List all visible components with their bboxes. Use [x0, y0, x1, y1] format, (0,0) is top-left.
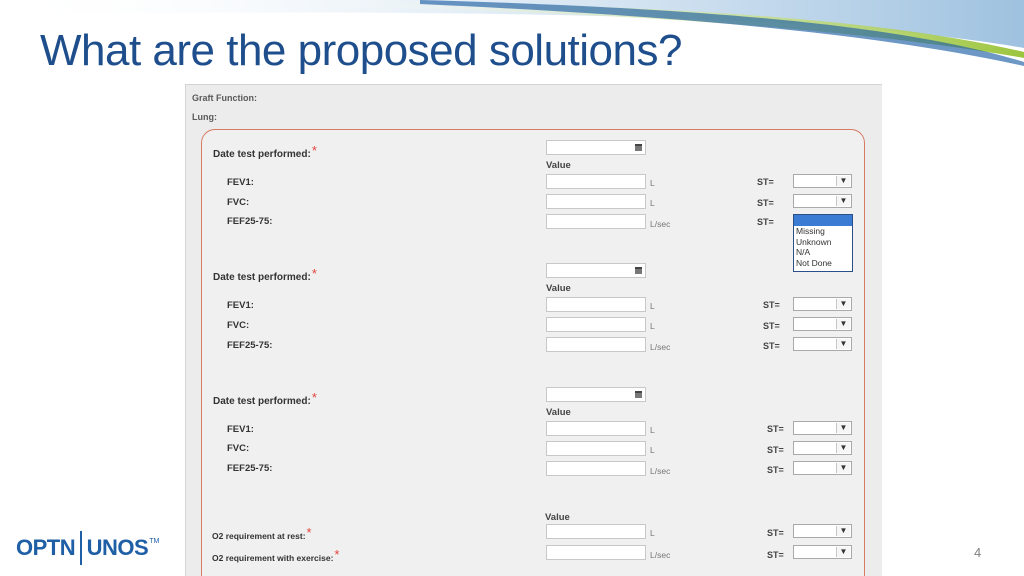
graft-function-label: Graft Function: — [192, 93, 257, 103]
st-select-fvc-3[interactable]: ▼ — [793, 441, 852, 455]
fef-label-3: FEF25-75: — [227, 463, 273, 474]
st-select-fvc-1[interactable]: ▼ — [793, 194, 852, 208]
chevron-down-icon[interactable]: ▼ — [836, 463, 850, 473]
st-select-fef-2[interactable]: ▼ — [793, 337, 852, 351]
fvc-label-1: FVC: — [227, 197, 250, 208]
required-asterisk: * — [311, 143, 317, 158]
slide-title: What are the proposed solutions? — [40, 26, 682, 75]
st-select-fvc-2[interactable]: ▼ — [793, 317, 852, 331]
chevron-down-icon[interactable]: ▼ — [836, 547, 850, 557]
dropdown-option-missing[interactable]: Missing — [794, 226, 852, 237]
optn-unos-logo: OPTN UNOS TM — [16, 530, 159, 566]
fef-label-1: FEF25-75: — [227, 216, 273, 227]
required-asterisk: * — [311, 266, 317, 281]
chevron-down-icon[interactable]: ▼ — [836, 339, 850, 349]
st-select-fev1-2[interactable]: ▼ — [793, 297, 852, 311]
dropdown-option-na[interactable]: N/A — [794, 247, 852, 258]
fef-label-2: FEF25-75: — [227, 340, 273, 351]
date-test-label-3: Date test performed:* — [213, 390, 317, 407]
logo-optn-text: OPTN — [16, 535, 76, 560]
fvc-unit-2: L — [650, 321, 655, 331]
calendar-icon[interactable] — [635, 144, 642, 151]
fef-unit-3: L/sec — [650, 466, 671, 476]
o2-rest-label: O2 requirement at rest:* — [212, 525, 312, 541]
fvc-input-3[interactable] — [546, 441, 646, 456]
value-header-3: Value — [546, 407, 571, 418]
fvc-label-2: FVC: — [227, 320, 250, 331]
fev1-input-2[interactable] — [546, 297, 646, 312]
st-label: ST= — [763, 341, 780, 351]
value-header-1: Value — [546, 160, 571, 171]
chevron-down-icon[interactable]: ▼ — [836, 176, 850, 186]
fev1-input-1[interactable] — [546, 174, 646, 189]
chevron-down-icon[interactable]: ▼ — [836, 423, 850, 433]
st-label: ST= — [767, 465, 784, 475]
form-screenshot: Graft Function: Lung: Date test performe… — [185, 84, 882, 576]
required-asterisk: * — [334, 547, 340, 562]
required-asterisk: * — [306, 525, 312, 540]
st-select-o2-exercise[interactable]: ▼ — [793, 545, 852, 559]
st-label: ST= — [767, 424, 784, 434]
st-select-fev1-1[interactable]: ▼ — [793, 174, 852, 188]
logo-trademark: TM — [149, 537, 160, 545]
fev1-label-3: FEV1: — [227, 424, 254, 435]
st-label: ST= — [767, 445, 784, 455]
st-label: ST= — [763, 300, 780, 310]
fef-input-2[interactable] — [546, 337, 646, 352]
page-number: 4 — [974, 545, 982, 560]
o2-exercise-input[interactable] — [546, 545, 646, 560]
dropdown-highlighted-option[interactable] — [794, 215, 852, 226]
fvc-label-3: FVC: — [227, 443, 250, 454]
st-label: ST= — [757, 177, 774, 187]
chevron-down-icon[interactable]: ▼ — [836, 526, 850, 536]
chevron-down-icon[interactable]: ▼ — [836, 319, 850, 329]
fvc-input-2[interactable] — [546, 317, 646, 332]
chevron-down-icon[interactable]: ▼ — [836, 196, 850, 206]
date-test-label-2: Date test performed:* — [213, 266, 317, 283]
fev1-input-3[interactable] — [546, 421, 646, 436]
fev1-unit-1: L — [650, 178, 655, 188]
st-dropdown-list[interactable]: Missing Unknown N/A Not Done — [793, 214, 853, 272]
st-select-o2-rest[interactable]: ▼ — [793, 524, 852, 538]
st-label: ST= — [757, 198, 774, 208]
st-label: ST= — [757, 217, 774, 227]
fev1-unit-2: L — [650, 301, 655, 311]
dropdown-option-unknown[interactable]: Unknown — [794, 237, 852, 248]
st-select-fef-3[interactable]: ▼ — [793, 461, 852, 475]
fev1-label-1: FEV1: — [227, 177, 254, 188]
lung-form-panel: Date test performed:* Value FEV1: L ST= … — [201, 129, 865, 576]
fvc-unit-1: L — [650, 198, 655, 208]
date-test-label-1: Date test performed:* — [213, 143, 317, 160]
chevron-down-icon[interactable]: ▼ — [836, 299, 850, 309]
logo-unos-text: UNOS — [86, 535, 149, 560]
fvc-unit-3: L — [650, 445, 655, 455]
logo-divider — [80, 531, 82, 565]
value-header-2: Value — [546, 283, 571, 294]
st-select-fev1-3[interactable]: ▼ — [793, 421, 852, 435]
dropdown-option-not-done[interactable]: Not Done — [794, 258, 852, 269]
required-asterisk: * — [311, 390, 317, 405]
fvc-input-1[interactable] — [546, 194, 646, 209]
lung-label: Lung: — [192, 112, 217, 122]
value-header-o2: Value — [545, 512, 570, 523]
chevron-down-icon[interactable]: ▼ — [836, 443, 850, 453]
st-label: ST= — [767, 550, 784, 560]
date-input-1[interactable] — [546, 140, 646, 155]
date-input-3[interactable] — [546, 387, 646, 402]
fef-unit-1: L/sec — [650, 219, 671, 229]
calendar-icon[interactable] — [635, 391, 642, 398]
o2-rest-unit: L — [650, 528, 655, 538]
date-input-2[interactable] — [546, 263, 646, 278]
st-label: ST= — [767, 528, 784, 538]
fef-input-3[interactable] — [546, 461, 646, 476]
o2-exercise-unit: L/sec — [650, 550, 671, 560]
calendar-icon[interactable] — [635, 267, 642, 274]
fev1-label-2: FEV1: — [227, 300, 254, 311]
st-label: ST= — [763, 321, 780, 331]
o2-rest-input[interactable] — [546, 524, 646, 539]
fef-input-1[interactable] — [546, 214, 646, 229]
fev1-unit-3: L — [650, 425, 655, 435]
o2-exercise-label: O2 requirement with exercise:* — [212, 547, 340, 563]
fef-unit-2: L/sec — [650, 342, 671, 352]
